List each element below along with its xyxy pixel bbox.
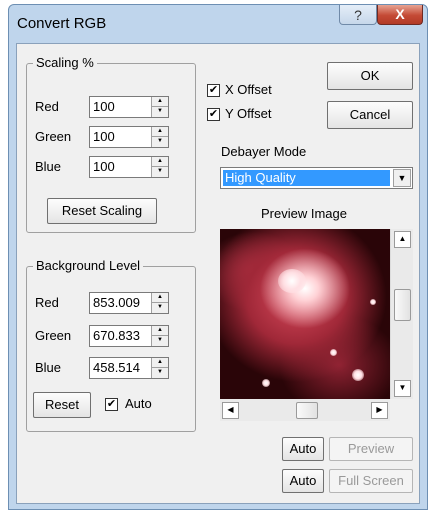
scaling-green-value: 100	[93, 129, 115, 144]
spin-up-icon[interactable]: ▲	[152, 127, 168, 137]
horizontal-scroll-thumb[interactable]	[296, 402, 318, 419]
y-offset-label: Y Offset	[225, 106, 272, 121]
scaling-green-spinner[interactable]: ▲ ▼	[151, 127, 168, 147]
background-blue-spinner[interactable]: ▲ ▼	[151, 358, 168, 378]
scaling-group: Scaling % Red 100 ▲ ▼ Green 100 ▲ ▼ Blue…	[26, 55, 196, 233]
debayer-mode-label: Debayer Mode	[221, 144, 307, 159]
scaling-group-label: Scaling %	[33, 55, 97, 70]
reset-scaling-button[interactable]: Reset Scaling	[47, 198, 157, 224]
help-button[interactable]: ?	[339, 5, 377, 25]
close-button[interactable]: X	[377, 5, 423, 25]
scroll-up-icon[interactable]: ▲	[394, 231, 411, 248]
spin-down-icon[interactable]: ▼	[152, 336, 168, 346]
auto-background-checkbox[interactable]: ✔	[105, 398, 118, 411]
cancel-button[interactable]: Cancel	[327, 101, 413, 129]
scroll-left-icon[interactable]: ◀	[222, 402, 239, 419]
spin-up-icon[interactable]: ▲	[152, 157, 168, 167]
scaling-blue-spinner[interactable]: ▲ ▼	[151, 157, 168, 177]
background-level-group-label: Background Level	[33, 258, 144, 273]
convert-rgb-dialog: Convert RGB ? X Scaling % Red 100 ▲ ▼ Gr…	[8, 4, 428, 510]
preview-image[interactable]	[220, 229, 390, 399]
scaling-blue-value: 100	[93, 159, 115, 174]
scaling-green-input[interactable]: 100 ▲ ▼	[89, 126, 169, 148]
scaling-blue-input[interactable]: 100 ▲ ▼	[89, 156, 169, 178]
background-red-spinner[interactable]: ▲ ▼	[151, 293, 168, 313]
background-blue-value: 458.514	[93, 360, 140, 375]
preview-button[interactable]: Preview	[329, 437, 413, 461]
background-blue-label: Blue	[35, 360, 62, 375]
background-green-label: Green	[35, 328, 72, 343]
spin-down-icon[interactable]: ▼	[152, 137, 168, 147]
scaling-red-value: 100	[93, 99, 115, 114]
background-red-input[interactable]: 853.009 ▲ ▼	[89, 292, 169, 314]
background-green-value: 670.833	[93, 328, 140, 343]
star-highlight	[278, 269, 306, 293]
scaling-blue-label: Blue	[35, 159, 62, 174]
scaling-red-label: Red	[35, 99, 59, 114]
auto-preview-button[interactable]: Auto	[282, 437, 324, 461]
background-green-input[interactable]: 670.833 ▲ ▼	[89, 325, 169, 347]
spin-up-icon[interactable]: ▲	[152, 293, 168, 303]
x-offset-checkbox[interactable]: ✔	[207, 84, 220, 97]
spin-up-icon[interactable]: ▲	[152, 326, 168, 336]
spin-up-icon[interactable]: ▲	[152, 97, 168, 107]
spin-up-icon[interactable]: ▲	[152, 358, 168, 368]
spin-down-icon[interactable]: ▼	[152, 368, 168, 378]
background-green-spinner[interactable]: ▲ ▼	[151, 326, 168, 346]
scaling-red-input[interactable]: 100 ▲ ▼	[89, 96, 169, 118]
chevron-down-icon[interactable]: ▼	[393, 169, 411, 187]
scaling-red-spinner[interactable]: ▲ ▼	[151, 97, 168, 117]
background-blue-input[interactable]: 458.514 ▲ ▼	[89, 357, 169, 379]
star-highlight	[330, 349, 337, 356]
spin-down-icon[interactable]: ▼	[152, 107, 168, 117]
x-offset-label: X Offset	[225, 82, 272, 97]
background-red-label: Red	[35, 295, 59, 310]
star-highlight	[262, 379, 270, 387]
vertical-scroll-thumb[interactable]	[394, 289, 411, 321]
dialog-body: Scaling % Red 100 ▲ ▼ Green 100 ▲ ▼ Blue…	[16, 43, 420, 504]
title-bar[interactable]: Convert RGB ? X	[9, 5, 427, 45]
scroll-right-icon[interactable]: ▶	[371, 402, 388, 419]
star-highlight	[370, 299, 376, 305]
preview-vertical-scrollbar[interactable]: ▲ ▼	[390, 229, 413, 399]
spin-down-icon[interactable]: ▼	[152, 167, 168, 177]
scroll-down-icon[interactable]: ▼	[394, 380, 411, 397]
background-red-value: 853.009	[93, 295, 140, 310]
debayer-mode-selected: High Quality	[223, 170, 390, 186]
spin-down-icon[interactable]: ▼	[152, 303, 168, 313]
background-level-group: Background Level Red 853.009 ▲ ▼ Green 6…	[26, 258, 196, 432]
window-title: Convert RGB	[17, 15, 107, 32]
debayer-mode-select[interactable]: High Quality ▼	[220, 167, 413, 189]
ok-button[interactable]: OK	[327, 62, 413, 90]
auto-background-label: Auto	[125, 396, 152, 411]
preview-horizontal-scrollbar[interactable]: ◀ ▶	[220, 399, 390, 421]
preview-image-label: Preview Image	[261, 206, 347, 221]
star-highlight	[352, 369, 364, 381]
y-offset-checkbox[interactable]: ✔	[207, 108, 220, 121]
auto-fullscreen-button[interactable]: Auto	[282, 469, 324, 493]
reset-background-button[interactable]: Reset	[33, 392, 91, 418]
full-screen-button[interactable]: Full Screen	[329, 469, 413, 493]
scaling-green-label: Green	[35, 129, 72, 144]
